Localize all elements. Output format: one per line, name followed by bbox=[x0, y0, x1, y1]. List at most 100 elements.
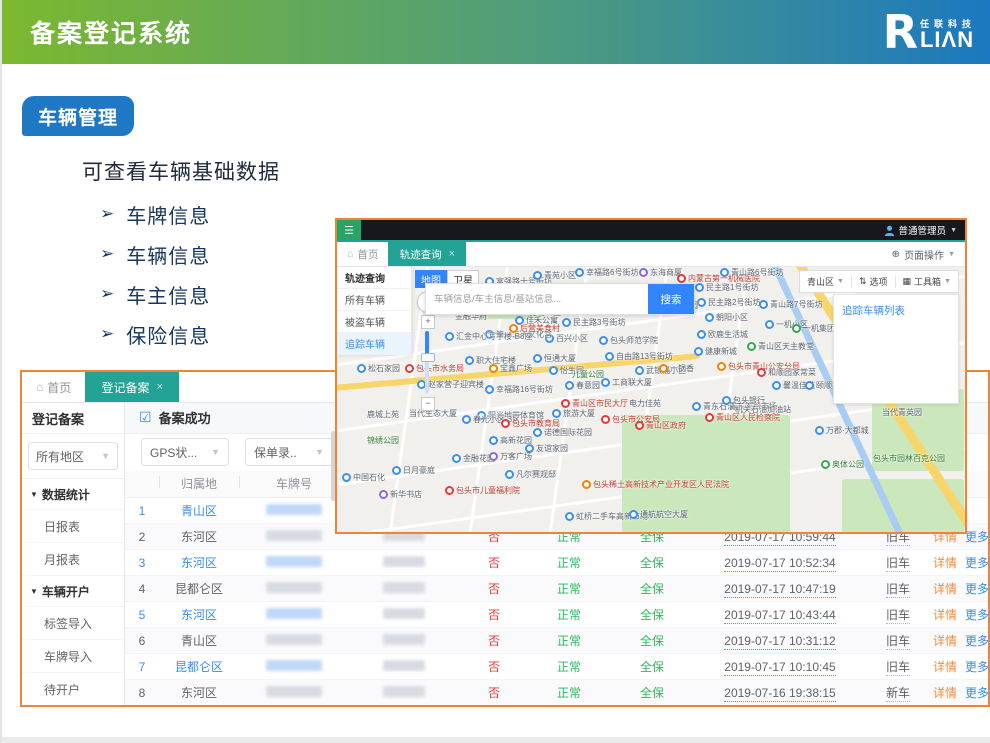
map-poi[interactable]: 包头市儿童福利院 bbox=[445, 485, 520, 496]
table-row[interactable]: 3东河区否正常全保2019-07-17 10:52:34旧车详情更多 bbox=[125, 550, 989, 576]
map-poi[interactable]: 恒通大厦 bbox=[533, 353, 576, 364]
sidebar-item-日报表[interactable]: 日报表 bbox=[22, 510, 124, 543]
more-link[interactable]: 更多 bbox=[965, 634, 989, 648]
map-poi[interactable]: 幸福路6号街坊 bbox=[575, 267, 638, 278]
map-poi[interactable]: 民主路2号街坊 bbox=[697, 297, 760, 308]
map-poi[interactable]: 包头稀土高新技术产业开发区人民法院 bbox=[582, 479, 729, 490]
map-poi[interactable]: 万郡·大都城 bbox=[815, 425, 869, 436]
zoom-slider[interactable] bbox=[425, 331, 429, 393]
map-poi[interactable]: 包头市水务局 bbox=[405, 363, 464, 374]
more-link[interactable]: 更多 bbox=[965, 686, 989, 700]
detail-link[interactable]: 详情 bbox=[933, 634, 957, 648]
map-poi[interactable]: 欧鹿生活城 bbox=[697, 329, 748, 340]
map-poi[interactable]: 健康新城 bbox=[694, 346, 737, 357]
map-sidebar-item-被盗车辆[interactable]: 被盗车辆 bbox=[337, 311, 411, 333]
status-cell: 正常 bbox=[529, 580, 609, 597]
map-poi[interactable]: 青山路6号街坊 bbox=[720, 267, 783, 278]
sidebar-item-车牌导入[interactable]: 车牌导入 bbox=[22, 640, 124, 673]
zoom-out-button[interactable]: − bbox=[421, 397, 435, 411]
close-tab-icon[interactable]: × bbox=[157, 381, 163, 393]
sidebar-item-待开户[interactable]: 待开户 bbox=[22, 673, 124, 706]
tab-registration[interactable]: 登记备案 × bbox=[85, 372, 179, 402]
close-tab-icon[interactable]: × bbox=[449, 248, 455, 260]
map-poi[interactable]: 幸福路16号街坊 bbox=[485, 384, 553, 395]
map-sidebar-item-追踪车辆[interactable]: 追踪车辆 bbox=[337, 333, 411, 355]
more-link[interactable]: 更多 bbox=[965, 582, 989, 596]
map-poi[interactable]: 锦绣公园 bbox=[367, 435, 399, 446]
poi-icon bbox=[697, 298, 706, 307]
table-row[interactable]: 4昆都仑区否正常全保2019-07-17 10:47:19旧车详情更多 bbox=[125, 576, 989, 602]
map-poi[interactable]: 工商联大厦 bbox=[601, 377, 652, 388]
map-poi[interactable]: 凡尔赛观邸 bbox=[505, 469, 556, 480]
sidebar-group-数据统计[interactable]: ▼数据统计 bbox=[22, 479, 124, 510]
more-link[interactable]: 更多 bbox=[965, 530, 989, 544]
search-input[interactable] bbox=[426, 294, 648, 305]
sidebar-group-车辆开户[interactable]: ▼车辆开户 bbox=[22, 576, 124, 607]
map-poi[interactable]: 朝阳小区 bbox=[705, 312, 748, 323]
map-poi[interactable]: 通航航空大厦 bbox=[629, 509, 688, 520]
filter-dropdown[interactable]: 保单录..▼ bbox=[245, 438, 333, 466]
map-poi[interactable]: 诺德国际花园 bbox=[533, 427, 592, 438]
detail-link[interactable]: 详情 bbox=[933, 556, 957, 570]
zoom-slider-handle[interactable] bbox=[421, 353, 435, 362]
search-button[interactable]: 搜索 bbox=[648, 284, 694, 314]
detail-link[interactable]: 详情 bbox=[933, 686, 957, 700]
tab-home[interactable]: ⌂ 首页 bbox=[337, 247, 388, 262]
detail-link[interactable]: 详情 bbox=[933, 582, 957, 596]
table-row[interactable]: 7昆都仑区否正常全保2019-07-17 10:10:45旧车详情更多 bbox=[125, 654, 989, 680]
page-operations-menu[interactable]: ⊕ 页面操作 ▼ bbox=[892, 247, 965, 262]
map-poi[interactable]: 包头师范学院 bbox=[599, 335, 658, 346]
map-poi[interactable]: 高新花园 bbox=[489, 435, 532, 446]
map-poi[interactable]: 民主路1号街坊 bbox=[695, 282, 758, 293]
map-poi[interactable]: 当代青英园 bbox=[882, 407, 922, 418]
map-poi[interactable]: 和顺园家常菜 bbox=[757, 367, 816, 378]
options-button[interactable]: ⇅ 选项 bbox=[851, 275, 895, 288]
tab-track-query[interactable]: 轨迹查询 × bbox=[388, 242, 466, 266]
map-poi[interactable]: 青山区人民检察院 bbox=[705, 412, 780, 423]
detail-link[interactable]: 详情 bbox=[933, 660, 957, 674]
map-poi[interactable]: 新华书店 bbox=[379, 489, 422, 500]
sidebar-item-月报表[interactable]: 月报表 bbox=[22, 543, 124, 576]
map-poi[interactable]: 鹿城上苑 bbox=[367, 409, 399, 420]
map-poi[interactable]: 一锅香 bbox=[659, 363, 694, 374]
table-row[interactable]: 8东河区否正常全保2019-07-16 19:38:15新车详情更多 bbox=[125, 680, 989, 706]
menu-icon[interactable]: ☰ bbox=[337, 220, 361, 240]
filter-dropdown[interactable]: GPS状...▼ bbox=[141, 438, 229, 466]
map-sidebar-item-轨迹查询[interactable]: 轨迹查询 bbox=[337, 267, 411, 289]
more-link[interactable]: 更多 bbox=[965, 608, 989, 622]
district-select[interactable]: 青山区 ▼ bbox=[800, 275, 851, 288]
map-poi[interactable]: 儿童公园 bbox=[572, 369, 604, 380]
map-poi[interactable]: 青山区天主教堂 bbox=[747, 341, 814, 352]
map-poi[interactable]: 青山区政府 bbox=[635, 420, 686, 431]
sidebar-item-标签导入[interactable]: 标签导入 bbox=[22, 607, 124, 640]
map-poi[interactable]: 春意园 bbox=[565, 380, 600, 391]
map-poi[interactable]: 汇金中心写字楼·B8座 bbox=[445, 331, 532, 342]
map-poi[interactable]: 民主路3号街坊 bbox=[562, 317, 625, 328]
tab-home[interactable]: ⌂ 首页 bbox=[22, 379, 85, 396]
poi-icon bbox=[805, 381, 814, 390]
map-sidebar-item-所有车辆[interactable]: 所有车辆 bbox=[337, 289, 411, 311]
table-row[interactable]: 5东河区否正常全保2019-07-17 10:43:44旧车详情更多 bbox=[125, 602, 989, 628]
map-poi[interactable]: 青山路7号街坊 bbox=[759, 299, 822, 310]
region-select[interactable]: 所有地区 ▼ bbox=[28, 442, 118, 470]
map-poi[interactable]: 电力佳苑 bbox=[629, 398, 661, 409]
more-link[interactable]: 更多 bbox=[965, 660, 989, 674]
map-poi[interactable]: 包头银行 bbox=[722, 395, 765, 406]
toolbox-button[interactable]: ▦ 工具箱 ▼ bbox=[895, 275, 958, 288]
table-row[interactable]: 6青山区否正常全保2019-07-17 10:31:12旧车详情更多 bbox=[125, 628, 989, 654]
map-poi[interactable]: 奥体公园 bbox=[821, 459, 864, 470]
map-poi[interactable]: 包头市园林百克公园 bbox=[873, 453, 945, 464]
map-poi[interactable]: 东海商厦 bbox=[639, 267, 682, 278]
col-region[interactable]: 归属地 bbox=[159, 475, 239, 492]
detail-link[interactable]: 详情 bbox=[933, 608, 957, 622]
map-poi[interactable]: 宝鑫广场 bbox=[489, 363, 532, 374]
map-poi[interactable]: 自由路13号街坊 bbox=[605, 351, 673, 362]
map-poi[interactable]: 松石家园 bbox=[357, 363, 400, 374]
more-link[interactable]: 更多 bbox=[965, 556, 989, 570]
user-menu[interactable]: 普通管理员 ▼ bbox=[884, 223, 965, 237]
zoom-in-button[interactable]: + bbox=[421, 315, 435, 329]
map-poi[interactable]: 青苑小区 bbox=[533, 270, 576, 281]
map-poi[interactable]: 中国石化 bbox=[342, 472, 385, 483]
map-canvas[interactable]: 气象局富强路十号街坊青苑小区幸福路6号街坊东海商厦内蒙古第一机械医院青山路6号街… bbox=[337, 267, 965, 533]
map-poi[interactable]: 日月豪庭 bbox=[392, 465, 435, 476]
